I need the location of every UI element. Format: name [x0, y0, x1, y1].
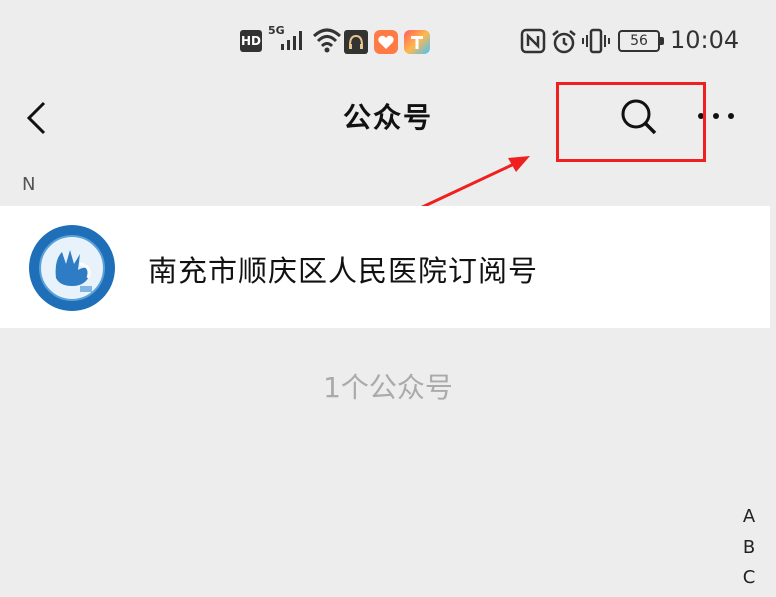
wifi-icon — [312, 28, 342, 53]
headphone-app-icon — [344, 30, 368, 54]
account-count: 1个公众号 — [323, 371, 453, 404]
t-app-icon — [404, 30, 430, 54]
index-letter-a[interactable]: A — [738, 506, 760, 527]
section-letter: N — [22, 174, 36, 195]
signal-icon — [281, 31, 302, 50]
health-app-icon — [374, 30, 398, 54]
index-letter-b[interactable]: B — [738, 537, 760, 558]
account-name[interactable]: 南充市顺庆区人民医院订阅号 — [148, 248, 538, 290]
status-bar: HD 5G 56 10:04 — [0, 0, 776, 82]
alarm-icon — [552, 30, 576, 54]
index-letter-c[interactable]: C — [738, 567, 760, 588]
battery-tip — [660, 37, 664, 45]
battery-icon: 56 — [618, 30, 660, 52]
hd-icon: HD — [240, 30, 262, 52]
status-time: 10:04 — [670, 26, 740, 54]
vibrate-icon — [582, 28, 610, 54]
nfc-icon — [520, 28, 546, 54]
hospital-logo-icon[interactable] — [28, 224, 116, 312]
annotation-highlight-box — [556, 82, 706, 162]
